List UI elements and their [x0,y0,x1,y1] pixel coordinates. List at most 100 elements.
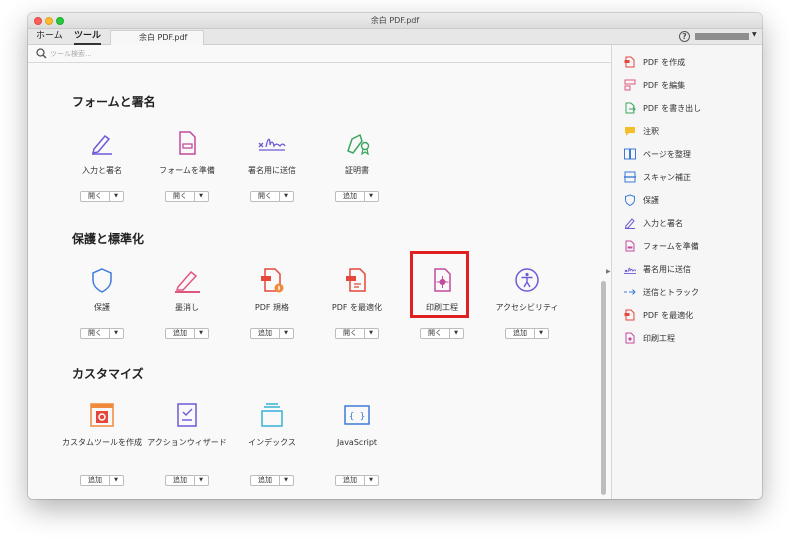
tool-name: アクションウィザード [147,438,227,447]
pane-item-scan[interactable]: スキャン補正 [624,171,754,185]
pane-item-label: PDF を最適化 [643,311,694,320]
tool-open-button[interactable]: 開く ▼ [80,191,124,202]
app-window: 余白 PDF.pdf ホーム ツール 余白 PDF.pdf ? ▼ フォームと署… [28,13,762,499]
tool-name: 入力と署名 [82,166,122,175]
tool-name: インデックス [248,438,296,447]
button-label: 開く [81,329,110,338]
form-document-icon [625,240,635,252]
button-label: 開く [166,192,195,201]
chevron-down-icon[interactable]: ▼ [280,476,292,485]
tool-add-button[interactable]: 追加 ▼ [80,475,124,486]
redact-marker-icon [175,270,200,293]
pane-item-print-production[interactable]: 印刷工程 [624,332,754,346]
button-label: 開く [336,329,365,338]
comment-icon [625,127,635,136]
signature-icon [624,267,636,274]
pane-item-label: 入力と署名 [643,219,683,228]
chevron-down-icon[interactable]: ▼ [195,329,207,338]
tool-add-button[interactable]: 追加 ▼ [505,328,549,339]
send-track-icon [624,289,636,295]
chevron-down-icon[interactable]: ▼ [110,329,122,338]
shield-icon [625,194,635,206]
pane-item-optimize-pdf[interactable]: PDF を最適化 [624,309,754,323]
print-production-icon [625,332,635,344]
help-icon[interactable]: ? [679,31,690,42]
pane-item-create-pdf[interactable]: PDF を作成 [624,56,754,70]
chevron-down-icon[interactable]: ▼ [280,329,292,338]
pane-item-comment[interactable]: 注釈 [624,125,754,139]
tool-name: PDF 規格 [254,303,290,312]
pane-item-label: 送信とトラック [643,288,699,297]
tool-add-button[interactable]: 追加 ▼ [250,475,294,486]
search-bar [28,45,612,63]
pane-item-fill-sign[interactable]: 入力と署名 [624,217,754,231]
pane-item-label: ページを整理 [643,150,691,159]
button-label: 追加 [251,329,280,338]
pane-item-edit-pdf[interactable]: PDF を編集 [624,79,754,93]
pane-item-organize-pages[interactable]: ページを整理 [624,148,754,162]
button-label: 開く [81,192,110,201]
chevron-down-icon[interactable]: ▼ [195,476,207,485]
search-icon [36,48,47,59]
chevron-down-icon[interactable]: ▼ [365,476,377,485]
right-tools-pane: PDF を作成 PDF を編集 PDF を書き出し 注釈 ページを整理 スキャン… [612,45,762,499]
tab-tools[interactable]: ツール [74,30,102,45]
chevron-down-icon[interactable]: ▼ [110,192,122,201]
pen-sign-icon [624,218,635,229]
pane-item-export-pdf[interactable]: PDF を書き出し [624,102,754,116]
pane-item-send-track[interactable]: 送信とトラック [624,286,754,300]
javascript-braces-icon: { } [344,405,370,425]
export-pdf-icon [625,102,636,114]
chevron-down-icon[interactable]: ▼ [280,192,292,201]
pane-item-protect[interactable]: 保護 [624,194,754,208]
pane-item-prepare-form[interactable]: フォームを準備 [624,240,754,254]
tool-open-button[interactable]: 開く ▼ [165,191,209,202]
edit-pdf-icon [624,79,636,91]
chevron-down-icon[interactable]: ▼ [365,329,377,338]
pane-item-label: スキャン補正 [643,173,691,182]
button-label: 追加 [166,329,195,338]
tool-add-button[interactable]: 追加 ▼ [165,328,209,339]
action-wizard-icon [177,403,197,427]
tool-open-button[interactable]: 開く ▼ [250,191,294,202]
tab-document[interactable]: 余白 PDF.pdf [110,30,204,45]
chevron-down-icon[interactable]: ▼ [195,192,207,201]
tab-bar: ホーム ツール 余白 PDF.pdf ? ▼ [28,29,762,45]
pane-item-send-for-signature[interactable]: 署名用に送信 [624,263,754,277]
button-label: 追加 [81,476,110,485]
pen-sign-icon [91,134,112,155]
search-input[interactable] [50,47,250,60]
tool-add-button[interactable]: 追加 ▼ [335,191,379,202]
chevron-down-icon[interactable]: ▼ [450,329,462,338]
button-label: 追加 [251,476,280,485]
chevron-down-icon[interactable]: ▼ [752,31,757,38]
title-bar: 余白 PDF.pdf [28,13,762,29]
shield-icon [92,268,112,293]
tool-name: 保護 [94,303,110,312]
button-label: 開く [421,329,450,338]
button-label: 追加 [506,329,535,338]
chevron-down-icon[interactable]: ▼ [110,476,122,485]
scrollbar[interactable] [601,281,606,495]
tab-home[interactable]: ホーム [36,30,63,43]
tool-name: 墨消し [175,303,199,312]
button-label: 追加 [336,476,365,485]
pane-item-label: フォームを準備 [643,242,699,251]
pane-item-label: 印刷工程 [643,334,675,343]
section-title-customize: カスタマイズ [72,367,144,381]
button-label: 追加 [166,476,195,485]
tool-name: 署名用に送信 [248,166,296,175]
tool-open-button[interactable]: 開く ▼ [80,328,124,339]
tool-open-button[interactable]: 開く ▼ [420,328,464,339]
tool-name: JavaScript [336,438,378,447]
collapse-panel-icon[interactable]: ▶ [606,268,611,275]
chevron-down-icon[interactable]: ▼ [535,329,547,338]
tool-open-button[interactable]: 開く ▼ [335,328,379,339]
tool-name: カスタムツールを作成 [62,438,142,447]
tool-add-button[interactable]: 追加 ▼ [250,328,294,339]
account-name[interactable] [695,33,749,40]
pane-item-label: 注釈 [643,127,659,136]
tool-add-button[interactable]: 追加 ▼ [165,475,209,486]
chevron-down-icon[interactable]: ▼ [365,192,377,201]
tool-add-button[interactable]: 追加 ▼ [335,475,379,486]
